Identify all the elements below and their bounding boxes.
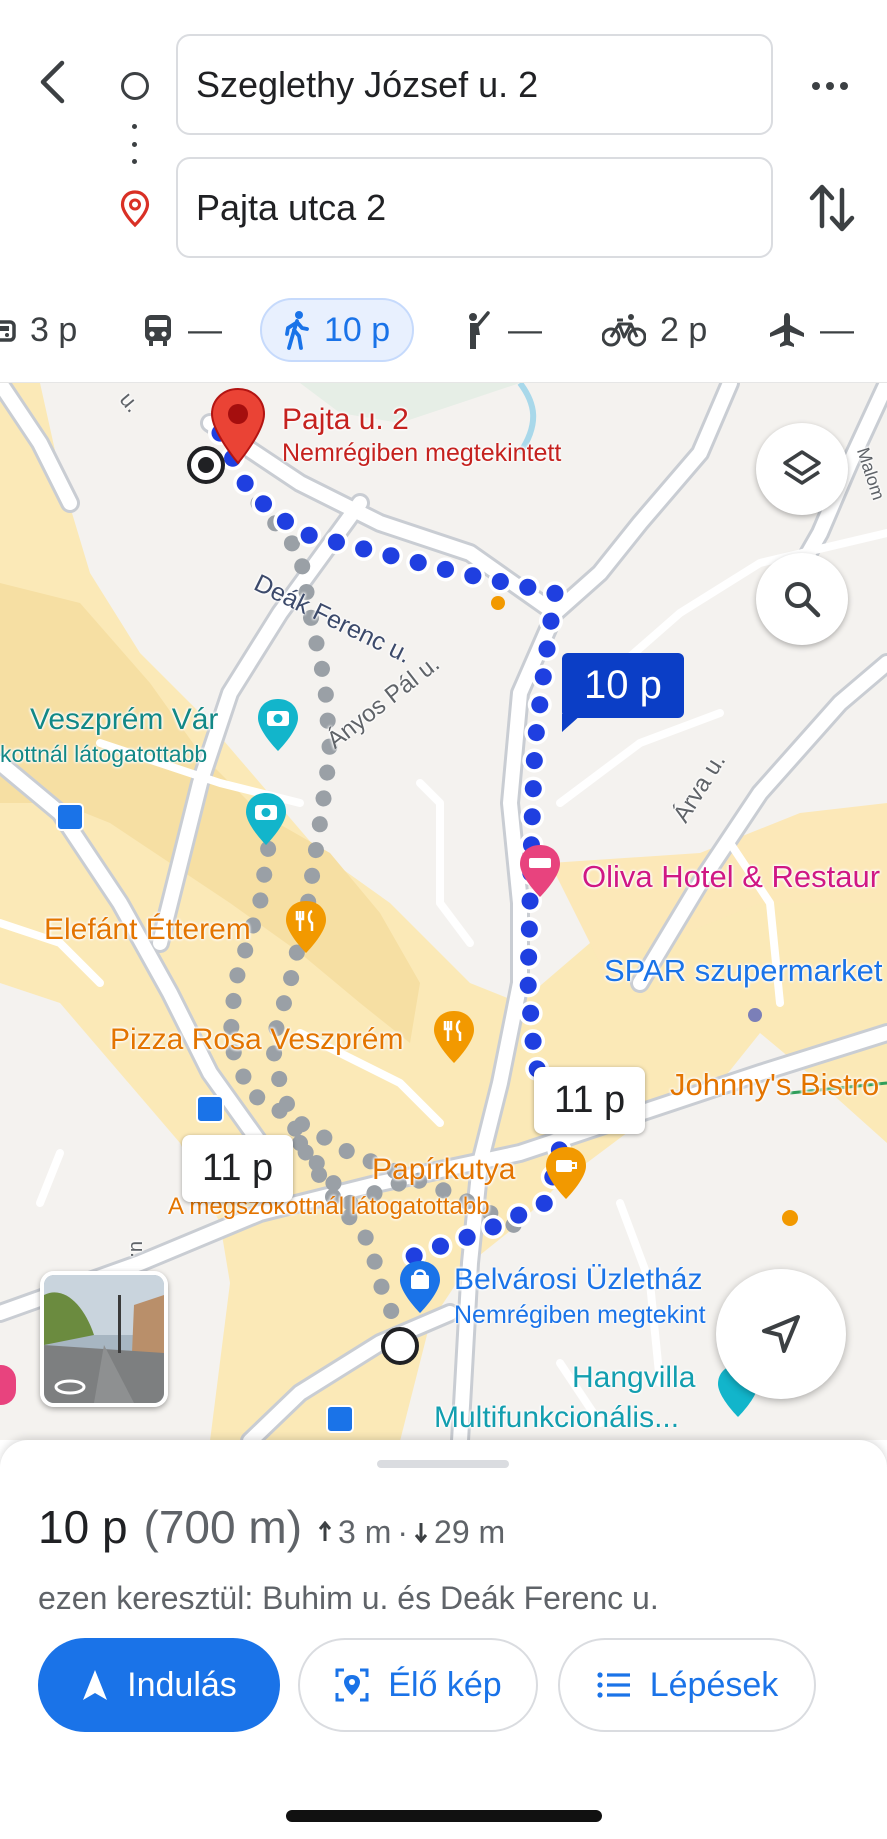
layers-icon [783, 450, 821, 485]
poi-belvarosi[interactable]: Belvárosi Üzletház [454, 1263, 702, 1297]
poi-papirkutya[interactable]: Papírkutya [372, 1153, 515, 1187]
mode-ride-hail[interactable]: — [462, 298, 542, 362]
navigation-arrow-icon [762, 1315, 800, 1353]
recenter-button[interactable] [716, 1269, 846, 1399]
poi-veszprem-var[interactable]: Veszprém Vár [30, 703, 218, 737]
cafe-poi-icon[interactable] [544, 1145, 588, 1201]
destination-pin-icon [120, 190, 150, 228]
route-time-selected[interactable]: 10 p [562, 653, 684, 732]
back-button[interactable] [30, 55, 74, 109]
steps-button[interactable]: Lépések [558, 1638, 816, 1732]
mode-flight-label: — [820, 310, 854, 349]
mode-walk-label: 10 p [324, 310, 391, 349]
mode-bike[interactable]: 2 p [602, 298, 707, 362]
arrow-down-icon [414, 1523, 428, 1543]
list-icon [597, 1672, 630, 1698]
mode-transit-label: — [188, 310, 222, 349]
walk-icon [285, 311, 309, 350]
street-view-thumbnail[interactable] [40, 1271, 168, 1407]
live-view-icon [335, 1668, 369, 1702]
route-via: ezen keresztül: Buhim u. és Deák Ferenc … [38, 1580, 659, 1616]
route-duration: 10 p [38, 1501, 128, 1553]
map-view[interactable]: Pajta u. 2 Nemrégiben megtekintett Deák … [0, 382, 887, 1440]
route-time-alt-right-label: 11 p [554, 1079, 626, 1121]
dest-marker-title: Pajta u. 2 [282, 403, 409, 436]
restaurant-poi-icon[interactable] [284, 899, 328, 955]
route-time-selected-label: 10 p [584, 663, 662, 707]
poi-oliva-hotel[interactable]: Oliva Hotel & Restaur [582, 859, 880, 895]
poi-pizza-rosa[interactable]: Pizza Rosa Veszprém [110, 1023, 403, 1057]
descent-value: 29 m [434, 1514, 506, 1550]
destination-target-icon [187, 446, 225, 484]
chevron-left-icon [40, 60, 65, 104]
elevation-info: 3 m · 29 m [318, 1514, 505, 1551]
flight-icon [770, 313, 804, 347]
bus-stop-icon-3[interactable] [326, 1405, 354, 1433]
map-search-button[interactable] [756, 553, 848, 645]
route-time-alt-left-label: 11 p [202, 1147, 274, 1189]
sheet-handle[interactable] [377, 1460, 509, 1468]
rotate-360-icon [54, 1379, 86, 1395]
directions-screen: Szeglethy József u. 2 Pajta utca 2 3 p —… [0, 0, 887, 1839]
mode-car[interactable]: 3 p [0, 298, 77, 362]
transit-icon [145, 315, 171, 346]
swap-icon[interactable] [800, 178, 864, 238]
camera-poi-icon-2[interactable] [244, 791, 288, 847]
mode-walk[interactable]: 10 p [260, 298, 415, 362]
travel-modes: 3 p — 10 p — 2 p — [0, 292, 887, 368]
poi-spar[interactable]: SPAR szupermarket [604, 953, 883, 989]
route-time-alt-right[interactable]: 11 p [534, 1067, 646, 1134]
origin-input[interactable]: Szeglethy József u. 2 [176, 34, 773, 135]
live-view-button[interactable]: Élő kép [298, 1638, 538, 1732]
mode-transit[interactable]: — [142, 298, 222, 362]
arrow-up-icon [318, 1521, 332, 1541]
bus-stop-icon-2[interactable] [196, 1095, 224, 1123]
car-icon [0, 320, 16, 342]
search-icon [785, 582, 821, 618]
elevation-separator: · [397, 1514, 409, 1550]
route-time-alt-left[interactable]: 11 p [182, 1135, 294, 1202]
layers-button[interactable] [756, 423, 848, 515]
origin-circle-icon [121, 72, 149, 100]
bus-stop-icon[interactable] [56, 803, 84, 831]
start-button[interactable]: Indulás [38, 1638, 280, 1732]
mode-ride-hail-label: — [508, 310, 542, 349]
mode-bike-label: 2 p [660, 310, 708, 349]
ascent-value: 3 m [338, 1514, 392, 1550]
route-distance: (700 m) [143, 1501, 303, 1553]
poi-johnnys-bistro[interactable]: Johnny's Bistro [670, 1067, 879, 1103]
home-indicator[interactable] [286, 1810, 602, 1822]
route-summary-sheet[interactable]: 10 p (700 m) 3 m · 29 m ezen keresztül: … [0, 1440, 887, 1839]
restaurant-poi-icon-2[interactable] [432, 1009, 476, 1065]
ride-hail-icon [469, 311, 490, 349]
poi-hangvilla-sub: Multifunkcionális... [434, 1401, 680, 1434]
live-view-label: Élő kép [388, 1665, 502, 1704]
bike-icon [602, 314, 646, 347]
navigation-icon [83, 1670, 108, 1700]
destination-input[interactable]: Pajta utca 2 [176, 157, 773, 258]
street-u-left: u. [126, 1241, 148, 1258]
shopping-poi-icon[interactable] [398, 1259, 442, 1315]
mode-car-label: 3 p [30, 310, 78, 349]
route-dots-icon [131, 124, 137, 164]
steps-label: Lépések [649, 1665, 779, 1704]
camera-poi-icon[interactable] [256, 697, 300, 753]
poi-belvarosi-sub: Nemrégiben megtekint [454, 1301, 706, 1329]
hotel-poi-icon[interactable] [518, 843, 562, 899]
dest-marker-subtitle: Nemrégiben megtekintett [282, 439, 562, 467]
start-button-label: Indulás [127, 1665, 237, 1704]
poi-hangvilla[interactable]: Hangvilla [572, 1361, 695, 1395]
poi-veszprem-var-sub: kottnál látogatottabb [0, 741, 208, 767]
route-summary: 10 p (700 m) 3 m · 29 m [38, 1500, 505, 1554]
more-options-button[interactable] [800, 66, 860, 106]
mode-flight[interactable]: — [768, 298, 854, 362]
destination-marker[interactable] [187, 383, 280, 493]
poi-elefant[interactable]: Elefánt Étterem [44, 913, 251, 947]
badge-tail-icon [562, 714, 582, 732]
